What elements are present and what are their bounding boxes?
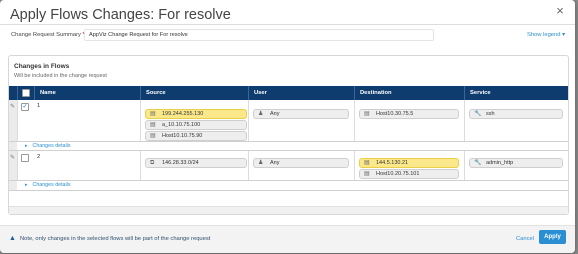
table-header: Name Source User Destination Service bbox=[9, 86, 568, 100]
source-label: a_10.10.75.100 bbox=[162, 122, 201, 128]
flow-name: 1 bbox=[37, 103, 41, 109]
user-label: Any bbox=[270, 160, 280, 166]
row-edge: ✎ bbox=[9, 151, 17, 180]
service-pill[interactable]: 🔧 ssh bbox=[469, 109, 563, 119]
cell-divider bbox=[140, 100, 141, 141]
server-icon: ▤ bbox=[364, 171, 370, 177]
destination-pill[interactable]: ▤ Host10.20.75.101 bbox=[359, 169, 459, 179]
table-row[interactable]: ✎ ✓ 1 ▤ 199.244.255.130 ▤ a_10.10.75.100… bbox=[9, 100, 568, 142]
summary-input[interactable]: AppViz Change Request for For resolve bbox=[84, 29, 434, 41]
changes-details-label: Changes details bbox=[32, 143, 71, 149]
service-label: ssh bbox=[486, 111, 495, 117]
changes-details-label: Changes details bbox=[32, 182, 71, 188]
source-pill[interactable]: ⧉ 146.28.33.0/24 bbox=[145, 158, 247, 168]
panel-title: Changes in Flows bbox=[14, 63, 70, 70]
destination-label: 144.5.130.21 bbox=[376, 160, 409, 166]
apply-flows-dialog: Apply Flows Changes: For resolve × Chang… bbox=[0, 0, 575, 253]
source-label: Host10.10.75.90 bbox=[162, 133, 203, 139]
cell-divider bbox=[17, 151, 18, 180]
row-checkbox[interactable]: ✓ bbox=[21, 103, 29, 111]
dialog-title: Apply Flows Changes: For resolve bbox=[10, 7, 231, 23]
panel-subtitle: Will be included in the change request bbox=[14, 73, 107, 79]
user-pill[interactable]: ♟ Any bbox=[253, 109, 349, 119]
pencil-icon[interactable]: ✎ bbox=[10, 103, 15, 110]
destination-label: Host10.30.75.5 bbox=[376, 111, 414, 117]
summary-label: Change Request Summary * bbox=[11, 32, 85, 38]
row-checkbox[interactable] bbox=[21, 154, 29, 162]
source-label: 199.244.255.130 bbox=[162, 111, 204, 117]
destination-pill[interactable]: ▤ 144.5.130.21 bbox=[359, 158, 459, 168]
row-edge: ✎ bbox=[9, 100, 17, 141]
wrench-icon: 🔧 bbox=[474, 160, 482, 166]
close-icon[interactable]: × bbox=[554, 4, 566, 17]
server-icon: ▤ bbox=[150, 111, 156, 117]
server-icon: ▤ bbox=[150, 122, 156, 128]
note-text: Note, only changes in the selected flows… bbox=[19, 236, 211, 242]
cell-divider bbox=[354, 151, 355, 180]
source-label: 146.28.33.0/24 bbox=[162, 160, 199, 166]
network-icon: ⧉ bbox=[150, 160, 155, 166]
user-icon: ♟ bbox=[258, 160, 264, 166]
cancel-button[interactable]: Cancel bbox=[516, 236, 534, 242]
service-pill[interactable]: 🔧 admin_http bbox=[469, 158, 563, 168]
horizontal-scrollbar[interactable] bbox=[9, 206, 568, 214]
warning-icon: ▲ bbox=[9, 235, 16, 242]
flows-table: Name Source User Destination Service ✎ ✓… bbox=[9, 86, 568, 191]
title-divider bbox=[0, 24, 575, 25]
user-pill[interactable]: ♟ Any bbox=[253, 158, 349, 168]
dialog-footer: ▲ Note, only changes in the selected flow… bbox=[0, 225, 575, 253]
show-legend-link[interactable]: Show legend ▾ bbox=[527, 32, 565, 38]
server-icon: ▤ bbox=[150, 133, 156, 139]
service-label: admin_http bbox=[486, 160, 514, 166]
table-row[interactable]: ✎ 2 ⧉ 146.28.33.0/24 ♟ Any ▤ 144.5.130.2… bbox=[9, 151, 568, 181]
pencil-icon[interactable]: ✎ bbox=[10, 154, 15, 161]
destination-label: Host10.20.75.101 bbox=[376, 171, 420, 177]
wrench-icon: 🔧 bbox=[474, 111, 482, 117]
source-pill[interactable]: ▤ Host10.10.75.90 bbox=[145, 131, 247, 141]
expand-icon[interactable]: ▸ bbox=[25, 143, 28, 149]
select-all-header bbox=[17, 86, 34, 100]
changes-details-link[interactable]: ▸ Changes details bbox=[25, 142, 71, 151]
col-destination[interactable]: Destination bbox=[354, 86, 464, 100]
user-label: Any bbox=[270, 111, 280, 117]
changes-details-link[interactable]: ▸ Changes details bbox=[25, 181, 71, 190]
edge-header bbox=[9, 86, 17, 100]
cell-divider bbox=[248, 151, 249, 180]
user-icon: ♟ bbox=[258, 111, 264, 117]
col-name[interactable]: Name bbox=[34, 86, 140, 100]
server-icon: ▤ bbox=[364, 111, 370, 117]
cell-divider bbox=[464, 100, 465, 141]
selection-note: ▲ Note, only changes in the selected flow… bbox=[9, 235, 210, 242]
cell-divider bbox=[248, 100, 249, 141]
details-row: ▸ Changes details bbox=[9, 181, 568, 191]
flow-name: 2 bbox=[37, 154, 41, 160]
summary-label-text: Change Request Summary bbox=[11, 32, 81, 38]
cell-divider bbox=[354, 100, 355, 141]
col-user[interactable]: User bbox=[248, 86, 354, 100]
cell-divider bbox=[140, 151, 141, 180]
server-icon: ▤ bbox=[364, 160, 370, 166]
source-pill[interactable]: ▤ a_10.10.75.100 bbox=[145, 120, 247, 130]
row-edge bbox=[9, 181, 17, 190]
col-service[interactable]: Service bbox=[464, 86, 568, 100]
col-source[interactable]: Source bbox=[140, 86, 248, 100]
apply-button[interactable]: Apply bbox=[539, 230, 566, 244]
source-pill[interactable]: ▤ 199.244.255.130 bbox=[145, 109, 247, 119]
changes-panel: Changes in Flows Will be included in the… bbox=[8, 55, 569, 215]
details-row: ▸ Changes details bbox=[9, 142, 568, 151]
row-edge bbox=[9, 142, 17, 150]
cell-divider bbox=[464, 151, 465, 180]
select-all-checkbox[interactable] bbox=[22, 89, 30, 97]
cell-divider bbox=[17, 100, 18, 141]
destination-pill[interactable]: ▤ Host10.30.75.5 bbox=[359, 109, 459, 119]
expand-icon[interactable]: ▸ bbox=[25, 182, 28, 188]
